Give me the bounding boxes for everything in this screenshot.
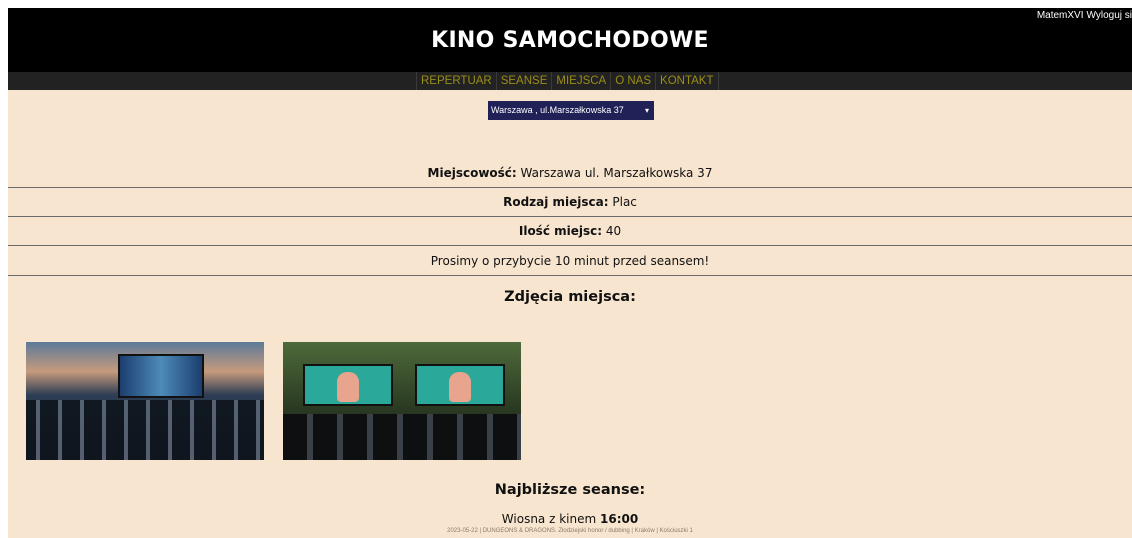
seats-row: Ilość miejsc: 40 (8, 224, 1132, 238)
city-value: Warszawa ul. Marszałkowska 37 (516, 166, 713, 180)
screen-shape (118, 354, 204, 398)
city-label: Miejscowość: (427, 166, 517, 180)
location-select[interactable]: Warszawa , ul.Marszałkowska 37 ▾ (488, 101, 654, 120)
nav-seanse[interactable]: SEANSE (497, 72, 553, 90)
site-title: KINO SAMOCHODOWE (431, 28, 709, 53)
next-show[interactable]: Wiosna z kinem 16:00 (8, 512, 1132, 526)
show-time: 16:00 (600, 512, 639, 526)
type-label: Rodzaj miejsca: (503, 195, 609, 209)
nav-miejsca[interactable]: MIEJSCA (552, 72, 612, 90)
nav-bar: REPERTUAR SEANSE MIEJSCA O NAS KONTAKT (8, 72, 1132, 90)
screen-shape (415, 364, 505, 406)
header: MatemXVI Wyloguj si KINO SAMOCHODOWE (8, 8, 1132, 72)
show-name: Wiosna z kinem (501, 512, 600, 526)
nav-repertuar[interactable]: REPERTUAR (416, 72, 497, 90)
username[interactable]: MatemXVI (1037, 10, 1084, 21)
photos-title: Zdjęcia miejsca: (504, 289, 636, 305)
divider (8, 275, 1132, 276)
venue-photo[interactable] (283, 342, 521, 460)
divider (8, 187, 1132, 188)
nav-kontakt[interactable]: KONTAKT (656, 72, 719, 90)
location-select-value: Warszawa , ul.Marszałkowska 37 (491, 105, 624, 115)
seats-label: Ilość miejsc: (518, 224, 603, 238)
upcoming-title: Najbliższe seanse: (494, 482, 646, 498)
divider (8, 245, 1132, 246)
seats-value: 40 (602, 224, 622, 238)
type-row: Rodzaj miejsca: Plac (8, 195, 1132, 209)
face-shape (337, 372, 359, 402)
nav-o-nas[interactable]: O NAS (611, 72, 657, 90)
notice-row: Prosimy o przybycie 10 minut przed seans… (430, 254, 710, 268)
city-row: Miejscowość: Warszawa ul. Marszałkowska … (8, 166, 1132, 180)
user-bar: MatemXVI Wyloguj si (1034, 10, 1132, 21)
page: MatemXVI Wyloguj si KINO SAMOCHODOWE REPE… (8, 8, 1132, 538)
footer-text: 2023-05-22 | DUNGEONS & DRAGONS. Złodzie… (447, 528, 693, 534)
divider (8, 216, 1132, 217)
cars-shape (26, 400, 264, 460)
type-value: Plac (608, 195, 637, 209)
cars-shape (283, 414, 521, 460)
screen-shape (303, 364, 393, 406)
chevron-down-icon: ▾ (644, 106, 649, 115)
venue-photo[interactable] (26, 342, 264, 460)
face-shape (449, 372, 471, 402)
logout-link[interactable]: Wyloguj si (1087, 10, 1132, 21)
